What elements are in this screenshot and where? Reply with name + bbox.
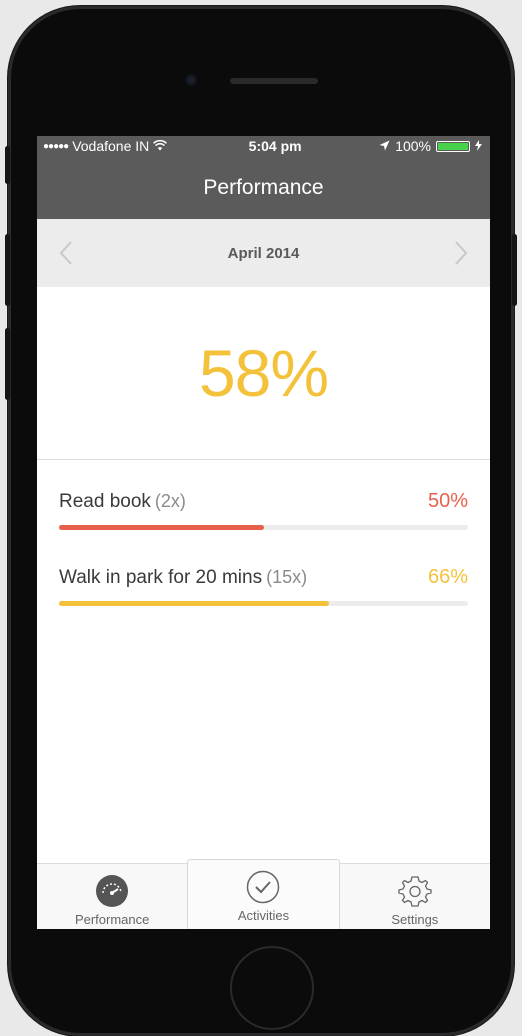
checkmark-circle-icon [247,870,280,904]
speedometer-icon [96,875,129,907]
activity-count: (2x) [154,491,186,511]
progress-track [59,525,468,530]
tab-label: Performance [74,912,150,927]
next-month-button[interactable] [452,238,470,268]
tab-settings[interactable]: Settings [340,864,490,929]
mute-switch [5,146,10,184]
battery-icon [436,140,470,152]
tab-activities[interactable]: Activities [187,859,340,929]
activity-item[interactable]: Read book (2x) 50% [37,490,490,530]
progress-fill [59,525,264,530]
volume-up-button [5,234,10,306]
previous-month-button[interactable] [57,238,75,268]
app-screen: ●●●●● Vodafone IN 5:04 pm 100% Performan… [37,136,490,929]
activity-count: (15x) [266,567,308,587]
tab-performance[interactable]: Performance [37,864,187,929]
chevron-right-icon [455,241,468,265]
carrier-name: Vodafone IN [72,138,150,154]
page-title: Performance [203,175,324,199]
status-bar: ●●●●● Vodafone IN 5:04 pm 100% [37,136,490,156]
home-button[interactable] [230,946,314,1030]
tab-label: Activities [237,908,290,923]
progress-fill [59,601,329,606]
activity-name: Read book [59,491,151,512]
power-button [512,234,517,306]
gear-icon [398,876,432,907]
overall-percentage: 58% [37,287,490,460]
progress-track [59,601,468,606]
signal-strength-icon: ●●●●● [43,140,69,152]
activity-name: Walk in park for 20 mins [59,567,263,588]
tab-bar: Performance Activities Settings [37,859,490,929]
volume-down-button [5,328,10,400]
activity-percent: 66% [427,566,468,588]
activity-percent: 50% [427,490,468,512]
month-navigator: April 2014 [37,219,490,287]
status-time: 5:04 pm [248,138,302,154]
chevron-left-icon [59,241,72,265]
earpiece-speaker [230,78,318,84]
location-arrow-icon [379,138,390,154]
charging-bolt-icon [475,138,482,154]
navigation-bar: Performance [37,156,490,219]
month-label: April 2014 [227,244,300,262]
activity-item[interactable]: Walk in park for 20 mins (15x) 66% [37,566,490,606]
front-camera [185,74,197,86]
battery-percent: 100% [395,138,431,154]
wifi-icon [153,139,168,154]
tab-label: Settings [391,912,439,927]
